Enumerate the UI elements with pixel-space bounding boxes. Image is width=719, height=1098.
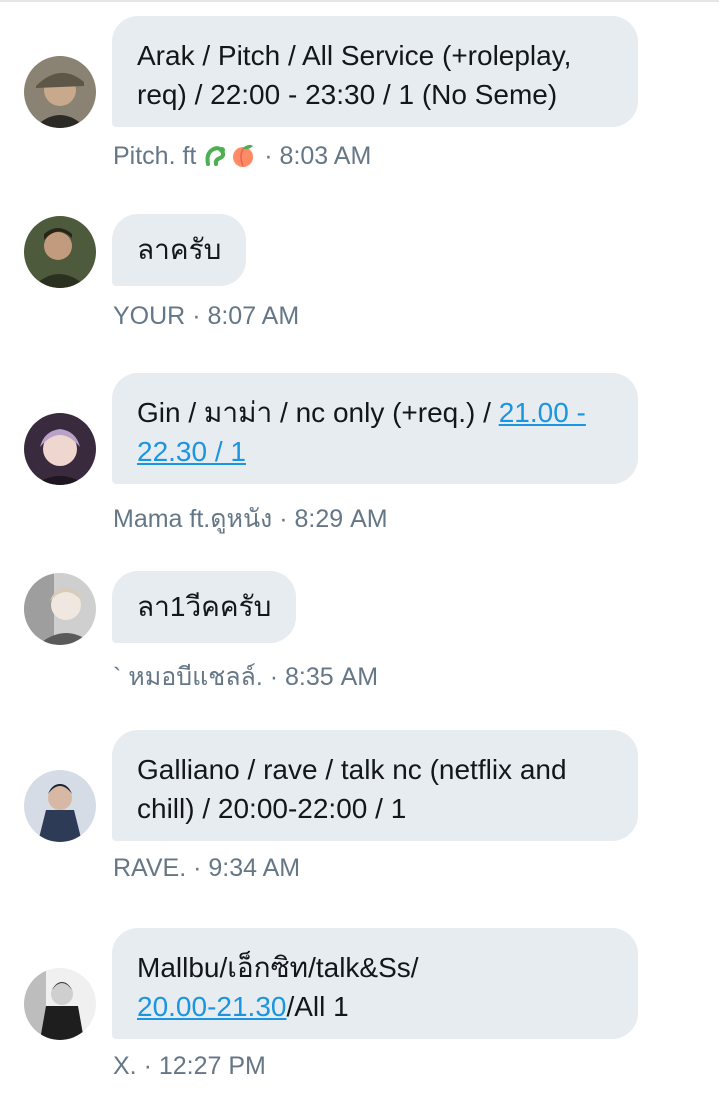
top-divider	[0, 0, 719, 2]
message-bubble: Arak / Pitch / All Service (+roleplay, r…	[112, 16, 638, 127]
avatar[interactable]	[24, 770, 96, 842]
avatar[interactable]	[24, 216, 96, 288]
message-text: ลา1วีคครับ	[137, 591, 272, 622]
message-meta: YOUR · 8:07 AM	[113, 302, 299, 331]
avatar[interactable]	[24, 573, 96, 645]
message-bubble: ลาครับ	[112, 214, 247, 286]
sender-name[interactable]: Mama ft.ดูหนัง	[113, 505, 272, 533]
avatar[interactable]	[24, 968, 96, 1040]
message-meta: Mama ft.ดูหนัง · 8:29 AM	[113, 499, 388, 539]
message-text: Galliano / rave / talk nc (netflix and	[137, 754, 567, 785]
avatar[interactable]	[24, 56, 96, 128]
snake-emoji-icon	[203, 142, 229, 175]
message-meta: Pitch. ft · 8:03 AM	[113, 142, 371, 175]
message-meta: RAVE. · 9:34 AM	[113, 854, 300, 883]
timestamp: · 8:03 AM	[264, 142, 372, 170]
time-link[interactable]: 20.00-21.30	[137, 991, 286, 1022]
timestamp: · 8:29 AM	[279, 505, 388, 533]
timestamp: · 12:27 PM	[143, 1052, 266, 1080]
sender-name[interactable]: X.	[113, 1052, 137, 1080]
timestamp: · 8:35 AM	[269, 663, 379, 691]
message-bubble: Mallbu/เอ็กซิท/talk&Ss/ 20.00-21.30/All …	[112, 928, 638, 1039]
time-link[interactable]: 22.30 / 1	[137, 436, 246, 467]
message-meta: ` หมอบีแชลล์. · 8:35 AM	[113, 657, 378, 697]
sender-name[interactable]: RAVE.	[113, 854, 186, 882]
sender-name[interactable]: Pitch. ft	[113, 142, 196, 170]
message-meta: X. · 12:27 PM	[113, 1052, 266, 1081]
message-text: req) / 22:00 - 23:30 / 1 (No Seme)	[137, 79, 558, 110]
message-text: ลาครับ	[137, 234, 222, 265]
message-text: Arak / Pitch / All Service (+roleplay,	[137, 40, 572, 71]
sender-name[interactable]: ` หมอบีแชลล์.	[113, 663, 263, 691]
peach-emoji-icon	[229, 142, 257, 175]
message-text: Gin / มาม่า / nc only (+req.) /	[137, 397, 499, 428]
message-bubble: ลา1วีคครับ	[112, 571, 297, 643]
message-bubble: Galliano / rave / talk nc (netflix and c…	[112, 730, 638, 841]
message-bubble: Gin / มาม่า / nc only (+req.) / 21.00 - …	[112, 373, 638, 484]
message-text: Mallbu/เอ็กซิท/talk&Ss/	[137, 952, 419, 983]
timestamp: · 8:07 AM	[192, 302, 300, 330]
sender-name[interactable]: YOUR	[113, 302, 185, 330]
timestamp: · 9:34 AM	[193, 854, 301, 882]
message-text: /All 1	[286, 991, 349, 1022]
avatar[interactable]	[24, 413, 96, 485]
message-text: chill) / 20:00-22:00 / 1	[137, 793, 407, 824]
time-link[interactable]: 21.00 -	[499, 397, 586, 428]
